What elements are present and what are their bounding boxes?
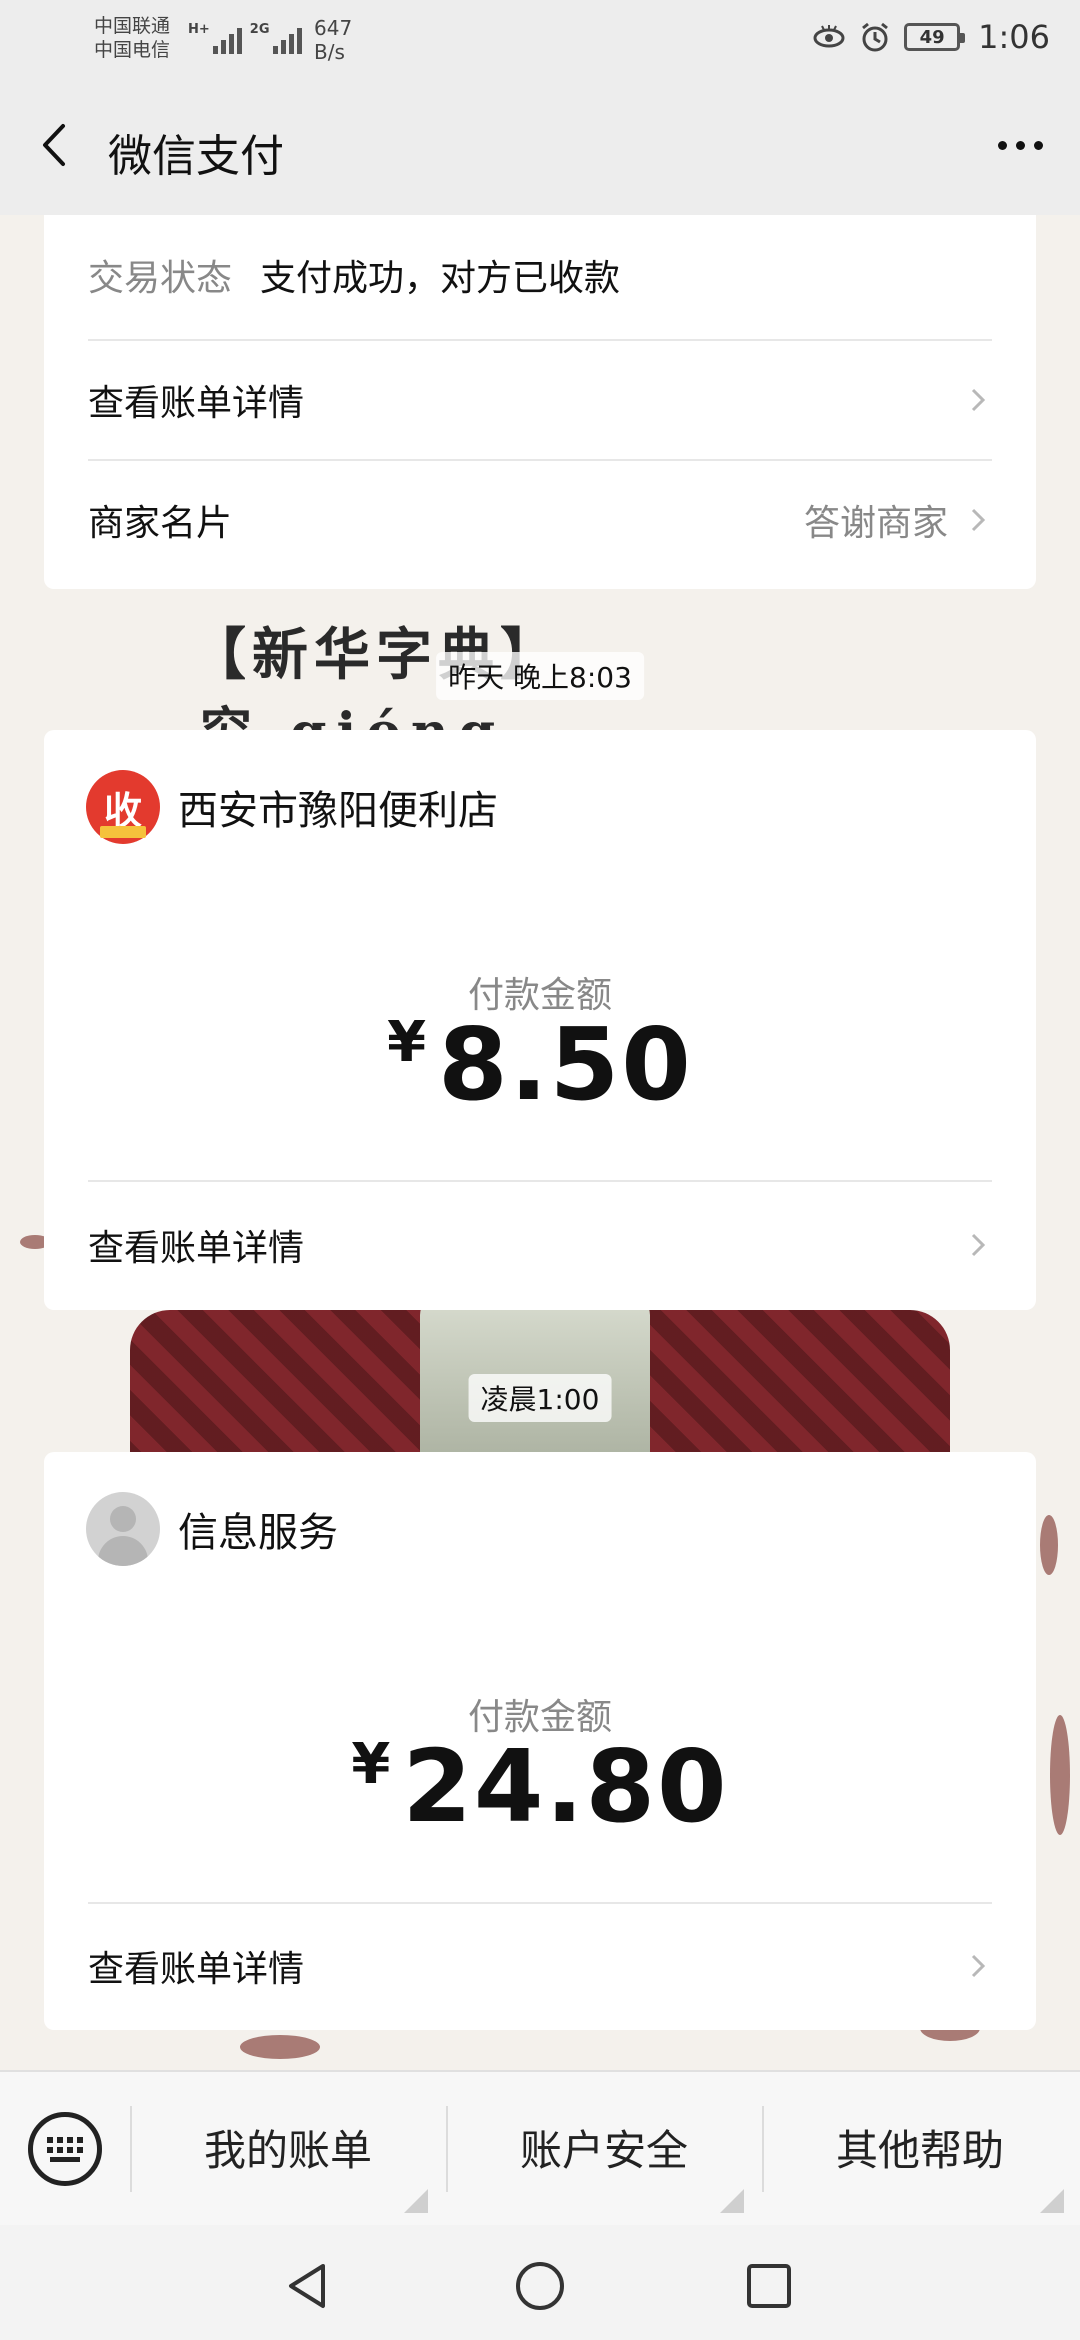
network-speed-unit: B/s — [314, 40, 345, 64]
keyboard-icon — [47, 2136, 83, 2162]
merchant-name: 信息服务 — [178, 1510, 338, 1556]
wallpaper-splat — [240, 2035, 320, 2059]
keyboard-toggle-button[interactable] — [28, 2112, 102, 2186]
battery-icon: 49 — [904, 23, 966, 51]
transaction-status-row: 交易状态 支付成功，对方已收款 — [88, 235, 992, 315]
view-bill-details-row[interactable]: 查看账单详情 — [88, 1182, 992, 1308]
chevron-left-icon — [43, 124, 65, 166]
transaction-status-label: 交易状态 — [88, 258, 233, 299]
merchant-logo: 收 — [86, 770, 160, 844]
system-navigation-bar — [0, 2225, 1080, 2340]
transaction-status-card: 交易状态 支付成功，对方已收款 查看账单详情 商家名片 答谢商家 — [44, 215, 1036, 589]
status-bar: 中国联通 中国电信 H+ 2G 647 B/s 49 1:06 — [0, 0, 1080, 80]
wallpaper-splat — [1040, 1515, 1058, 1575]
merchant-header[interactable]: 信息服务 — [86, 1492, 338, 1566]
message-timestamp: 凌晨1:00 — [468, 1374, 612, 1422]
view-bill-details-row[interactable]: 查看账单详情 — [88, 341, 992, 459]
menu-label: 其他帮助 — [835, 2125, 1004, 2175]
more-dot — [997, 140, 1007, 150]
submenu-indicator — [404, 2189, 428, 2213]
merchant-name: 西安市豫阳便利店 — [178, 788, 498, 834]
menu-my-bills[interactable]: 我的账单 — [138, 2102, 438, 2192]
transaction-status-value: 支付成功，对方已收款 — [260, 258, 621, 299]
merchant-card-label: 商家名片 — [88, 503, 233, 544]
menu-label: 我的账单 — [203, 2125, 372, 2175]
view-bill-details-label: 查看账单详情 — [88, 1228, 305, 1269]
currency-symbol: ¥ — [351, 1732, 393, 1797]
payment-amount: ¥8.50 — [44, 1006, 1036, 1123]
circle-home-icon — [516, 2262, 564, 2310]
merchant-card-row[interactable]: 商家名片 答谢商家 — [88, 461, 992, 579]
payment-amount: ¥24.80 — [44, 1728, 1036, 1845]
chevron-right-icon — [971, 388, 986, 412]
nav-back-button[interactable] — [272, 2251, 342, 2321]
signal-icon: H+ — [188, 22, 242, 54]
back-button[interactable] — [20, 110, 90, 180]
clock: 1:06 — [978, 18, 1050, 56]
chevron-right-icon — [971, 508, 986, 532]
default-avatar-icon — [86, 1492, 160, 1566]
payment-card: 收 西安市豫阳便利店 付款金额 ¥8.50 查看账单详情 — [44, 730, 1036, 1310]
page-title: 微信支付 — [108, 131, 284, 182]
submenu-indicator — [720, 2189, 744, 2213]
title-bar: 微信支付 — [0, 80, 1080, 215]
bottom-menu-bar: 我的账单 账户安全 其他帮助 — [0, 2070, 1080, 2225]
view-bill-details-label: 查看账单详情 — [88, 383, 305, 424]
amount-value: 24.80 — [402, 1728, 729, 1845]
menu-label: 账户安全 — [519, 2125, 688, 2175]
signal-indicators: H+ 2G — [188, 22, 302, 54]
more-dot — [1033, 140, 1043, 150]
view-bill-details-row[interactable]: 查看账单详情 — [88, 1904, 992, 2028]
amount-value: 8.50 — [438, 1006, 693, 1123]
view-bill-details-label: 查看账单详情 — [88, 1949, 305, 1990]
submenu-indicator — [1040, 2189, 1064, 2213]
carrier-2: 中国电信 — [94, 39, 171, 61]
battery-level: 49 — [919, 26, 945, 48]
alarm-icon — [858, 20, 892, 54]
carrier-names: 中国联通 中国电信 — [94, 14, 170, 62]
carrier-1: 中国联通 — [94, 15, 171, 37]
more-options-button[interactable] — [980, 110, 1060, 180]
thank-merchant-label: 答谢商家 — [803, 503, 948, 544]
message-timestamp: 昨天 晚上8:03 — [436, 652, 644, 700]
status-right: 49 1:06 — [812, 18, 1050, 56]
wallpaper-splat — [1050, 1715, 1070, 1835]
eye-icon — [812, 20, 846, 54]
triangle-back-icon — [289, 2264, 325, 2308]
menu-separator — [130, 2106, 132, 2192]
menu-separator — [446, 2106, 448, 2192]
thank-merchant-link[interactable]: 答谢商家 — [804, 494, 992, 546]
network-type-1: H+ — [188, 22, 210, 37]
network-speed-value: 647 — [314, 16, 353, 40]
merchant-header[interactable]: 收 西安市豫阳便利店 — [86, 770, 498, 844]
square-recents-icon — [747, 2264, 791, 2308]
menu-separator — [762, 2106, 764, 2192]
signal-icon: 2G — [250, 22, 302, 54]
menu-account-security[interactable]: 账户安全 — [454, 2102, 754, 2192]
payment-card: 信息服务 付款金额 ¥24.80 查看账单详情 — [44, 1452, 1036, 2030]
nav-recents-button[interactable] — [734, 2251, 804, 2321]
menu-other-help[interactable]: 其他帮助 — [770, 2102, 1070, 2192]
chevron-right-icon — [971, 1233, 986, 1257]
chevron-right-icon — [971, 1954, 986, 1978]
more-dot — [1015, 140, 1025, 150]
currency-symbol: ¥ — [387, 1010, 429, 1075]
nav-home-button[interactable] — [505, 2251, 575, 2321]
network-type-2: 2G — [249, 22, 270, 37]
network-speed: 647 B/s — [314, 16, 352, 64]
